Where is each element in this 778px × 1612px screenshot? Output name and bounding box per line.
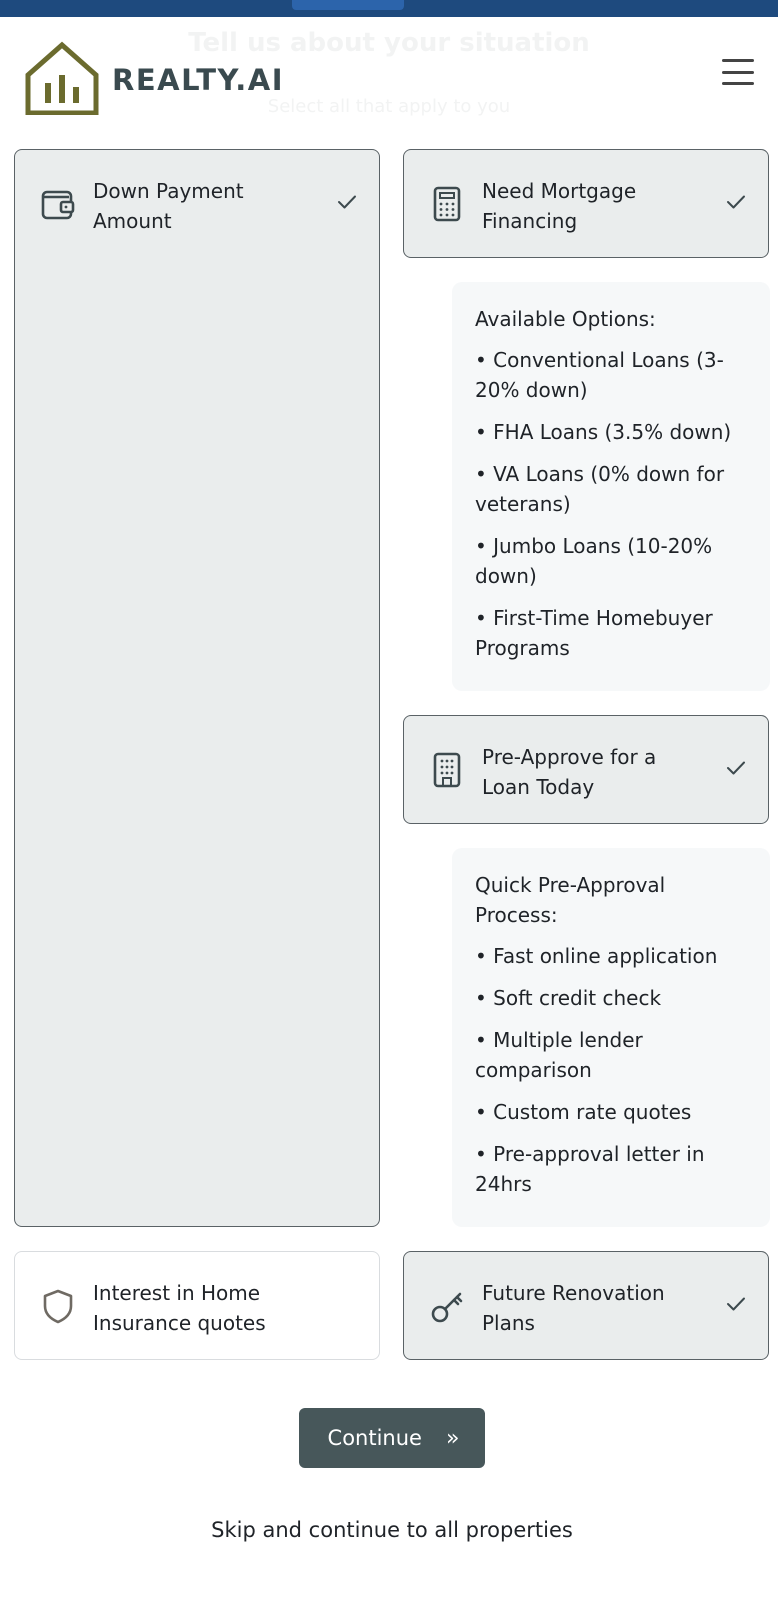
option-card-mortgage-financing[interactable]: Need Mortgage Financing bbox=[403, 149, 769, 258]
hamburger-menu-icon[interactable] bbox=[722, 57, 754, 87]
list-item: • Pre-approval letter in 24hrs bbox=[475, 1142, 705, 1196]
option-card-pre-approve[interactable]: Pre-Approve for a Loan Today bbox=[403, 715, 769, 824]
key-icon bbox=[431, 1292, 463, 1323]
option-label-pre-approve: Pre-Approve for a Loan Today bbox=[482, 745, 657, 799]
list-item: • Jumbo Loans (10-20% down) bbox=[475, 534, 713, 588]
list-item: • Custom rate quotes bbox=[475, 1100, 692, 1124]
skip-link[interactable]: Skip and continue to all properties bbox=[0, 1518, 778, 1542]
brand-logo[interactable]: REALTY.AI bbox=[24, 39, 284, 115]
continue-button[interactable]: Continue » bbox=[299, 1408, 485, 1468]
wallet-icon bbox=[41, 190, 75, 220]
list-item: • Conventional Loans (3-20% down) bbox=[475, 348, 724, 402]
checkmark-icon bbox=[727, 195, 745, 209]
option-label-future-renovation: Future Renovation Plans bbox=[482, 1281, 665, 1335]
shield-icon bbox=[43, 1289, 73, 1324]
option-label-down-payment: Down Payment Amount bbox=[93, 179, 244, 233]
preapproval-process-title: Quick Pre-Approval Process: bbox=[475, 873, 666, 927]
double-chevron-right-icon: » bbox=[445, 1425, 460, 1451]
site-header: REALTY.AI bbox=[0, 17, 778, 137]
list-item: • FHA Loans (3.5% down) bbox=[475, 420, 732, 444]
mortgage-options-panel: Available Options: • Conventional Loans … bbox=[452, 282, 770, 691]
list-item: • Fast online application bbox=[475, 944, 718, 968]
checkmark-icon bbox=[727, 761, 745, 775]
mortgage-options-title: Available Options: bbox=[475, 307, 656, 331]
brand-name: REALTY.AI bbox=[112, 63, 284, 97]
option-label-mortgage-financing: Need Mortgage Financing bbox=[482, 179, 637, 233]
browser-top-bar bbox=[0, 0, 778, 17]
continue-label: Continue bbox=[327, 1426, 422, 1450]
top-bar-tab[interactable] bbox=[292, 0, 404, 10]
option-card-future-renovation[interactable]: Future Renovation Plans bbox=[403, 1251, 769, 1360]
checkmark-icon bbox=[338, 195, 356, 209]
list-item: • First-Time Homebuyer Programs bbox=[475, 606, 713, 660]
option-label-home-insurance: Interest in Home Insurance quotes bbox=[93, 1281, 266, 1335]
building-icon bbox=[433, 752, 461, 788]
option-card-home-insurance[interactable]: Interest in Home Insurance quotes bbox=[14, 1251, 380, 1360]
option-card-down-payment[interactable]: Down Payment Amount bbox=[14, 149, 380, 1227]
list-item: • VA Loans (0% down for veterans) bbox=[475, 462, 725, 516]
preapproval-process-panel: Quick Pre-Approval Process: • Fast onlin… bbox=[452, 848, 770, 1227]
house-logo-icon bbox=[25, 41, 99, 115]
checkmark-icon bbox=[727, 1297, 745, 1311]
list-item: • Multiple lender comparison bbox=[475, 1028, 643, 1082]
list-item: • Soft credit check bbox=[475, 986, 662, 1010]
calculator-icon bbox=[433, 186, 461, 222]
